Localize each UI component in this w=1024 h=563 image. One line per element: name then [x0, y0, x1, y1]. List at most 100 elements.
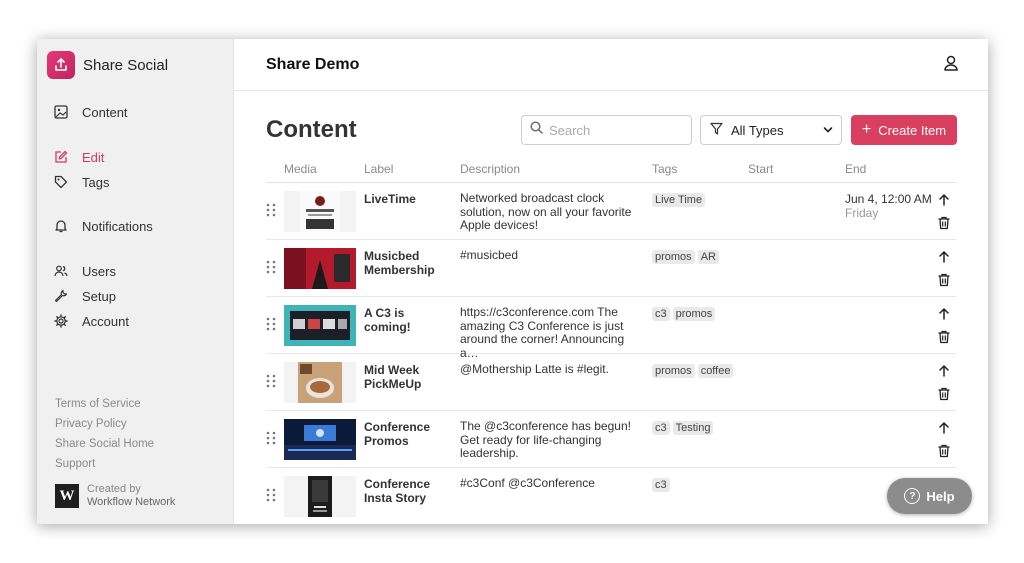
move-up-icon[interactable]	[937, 307, 951, 321]
tag-chip: coffee	[697, 364, 734, 378]
column-label: Label	[364, 162, 394, 176]
column-media: Media	[284, 162, 317, 176]
tag-icon	[53, 174, 69, 190]
plus-icon: +	[861, 121, 872, 138]
move-up-icon[interactable]	[937, 250, 951, 264]
sidebar-item-label: Account	[82, 313, 129, 329]
media-thumbnail[interactable]	[284, 419, 356, 460]
users-icon	[53, 263, 69, 279]
edit-icon	[53, 149, 69, 165]
sidebar-item-setup[interactable]: Setup	[53, 288, 116, 304]
drag-handle-icon[interactable]	[266, 203, 276, 217]
sidebar-item-edit[interactable]: Edit	[53, 149, 104, 165]
row-description: The @c3conference has begun! Get ready f…	[460, 419, 631, 460]
share-upload-icon	[47, 51, 75, 79]
drag-handle-icon[interactable]	[266, 431, 276, 445]
row-label: Musicbed Membership	[364, 249, 435, 277]
media-thumbnail[interactable]	[284, 305, 356, 346]
page-title: Content	[266, 116, 357, 143]
tag-chip: c3	[652, 478, 670, 492]
home-link[interactable]: Share Social Home	[55, 438, 154, 450]
end-date-time: Jun 4, 12:00 AM	[845, 192, 932, 206]
row-label: Mid Week PickMeUp	[364, 363, 422, 391]
sidebar-item-label: Tags	[82, 174, 110, 190]
sidebar-item-label: Notifications	[82, 218, 153, 234]
filter-icon	[710, 122, 723, 138]
column-start: Start	[748, 162, 774, 176]
sidebar-item-account[interactable]: Account	[53, 313, 129, 329]
column-description: Description	[460, 162, 521, 176]
table-row[interactable]: Musicbed Membership #musicbed promos AR	[266, 240, 956, 297]
row-description: #c3Conf @c3Conference	[460, 476, 595, 490]
create-item-button[interactable]: + Create Item	[851, 115, 957, 145]
creator-credit[interactable]: W Created by Workflow Network	[55, 483, 175, 509]
table-row[interactable]: Conference Promos The @c3conference has b…	[266, 411, 956, 468]
trash-icon[interactable]	[937, 387, 951, 401]
app-title: Share Demo	[266, 56, 360, 73]
workflow-logo: W	[55, 484, 79, 508]
row-description: https://c3conference.com The amazing C3 …	[460, 305, 625, 360]
search-icon	[530, 121, 543, 139]
type-filter-select[interactable]: All Types	[700, 115, 842, 145]
table-row[interactable]: A C3 is coming! https://c3conference.com …	[266, 297, 956, 359]
main-panel: Share Demo Content All Types + Create It…	[234, 39, 988, 524]
help-button[interactable]: ? Help	[887, 478, 972, 514]
drag-handle-icon[interactable]	[266, 488, 276, 502]
terms-link[interactable]: Terms of Service	[55, 398, 141, 410]
sidebar-item-tags[interactable]: Tags	[53, 174, 109, 190]
table-row[interactable]: LiveTime Networked broadcast clock soluti…	[266, 183, 956, 240]
trash-icon[interactable]	[937, 273, 951, 287]
creator-line2: Workflow Network	[87, 496, 176, 508]
tag-chip: Live Time	[652, 193, 706, 207]
media-thumbnail[interactable]	[284, 191, 356, 232]
sidebar-item-label: Content	[82, 104, 128, 120]
search-input[interactable]	[549, 122, 679, 138]
row-tags: c3 Testing	[652, 421, 714, 435]
tag-chip: AR	[697, 250, 719, 264]
drag-handle-icon[interactable]	[266, 260, 276, 274]
tag-chip: Testing	[672, 421, 714, 435]
row-tags: c3 promos	[652, 307, 716, 321]
row-label: Conference Promos	[364, 420, 431, 448]
privacy-link[interactable]: Privacy Policy	[55, 418, 127, 430]
move-up-icon[interactable]	[937, 193, 951, 207]
move-up-icon[interactable]	[937, 421, 951, 435]
brand[interactable]: Share Social	[47, 51, 168, 79]
help-icon: ?	[904, 488, 921, 504]
user-icon[interactable]	[942, 54, 960, 72]
sidebar-item-content[interactable]: Content	[53, 104, 128, 120]
help-label: Help	[926, 488, 955, 504]
trash-icon[interactable]	[937, 216, 951, 230]
trash-icon[interactable]	[937, 330, 951, 344]
drag-handle-icon[interactable]	[266, 317, 276, 331]
row-description: #musicbed	[460, 248, 519, 262]
table-row[interactable]: Conference Insta Story #c3Conf @c3Confere…	[266, 468, 956, 524]
creator-line1: Created by	[87, 483, 141, 495]
media-thumbnail[interactable]	[284, 248, 356, 289]
drag-handle-icon[interactable]	[266, 374, 276, 388]
sidebar: Share Social Content Edit Tags Notificat…	[37, 39, 234, 524]
gear-icon	[53, 313, 69, 329]
row-label: Conference Insta Story	[364, 477, 431, 505]
sidebar-item-notifications[interactable]: Notifications	[53, 218, 153, 234]
support-link[interactable]: Support	[55, 458, 95, 470]
tag-chip: c3	[652, 307, 670, 321]
end-date: Jun 4, 12:00 AM Friday	[845, 192, 932, 220]
search-box[interactable]	[521, 115, 692, 145]
sidebar-item-label: Setup	[82, 288, 116, 304]
row-description: Networked broadcast clock solution, now …	[460, 191, 632, 232]
move-up-icon[interactable]	[937, 364, 951, 378]
media-thumbnail[interactable]	[284, 362, 356, 403]
top-bar: Share Demo	[234, 39, 988, 91]
table-row[interactable]: Mid Week PickMeUp @Mothership Latte is #l…	[266, 354, 956, 411]
row-description: @Mothership Latte is #legit.	[460, 362, 609, 376]
trash-icon[interactable]	[937, 444, 951, 458]
row-tags: Live Time	[652, 193, 706, 207]
image-icon	[53, 104, 69, 120]
end-date-day: Friday	[845, 206, 879, 220]
create-item-label: Create Item	[878, 122, 947, 138]
chevron-down-icon	[823, 123, 833, 138]
sidebar-item-label: Users	[82, 263, 116, 279]
sidebar-item-users[interactable]: Users	[53, 263, 116, 279]
media-thumbnail[interactable]	[284, 476, 356, 517]
